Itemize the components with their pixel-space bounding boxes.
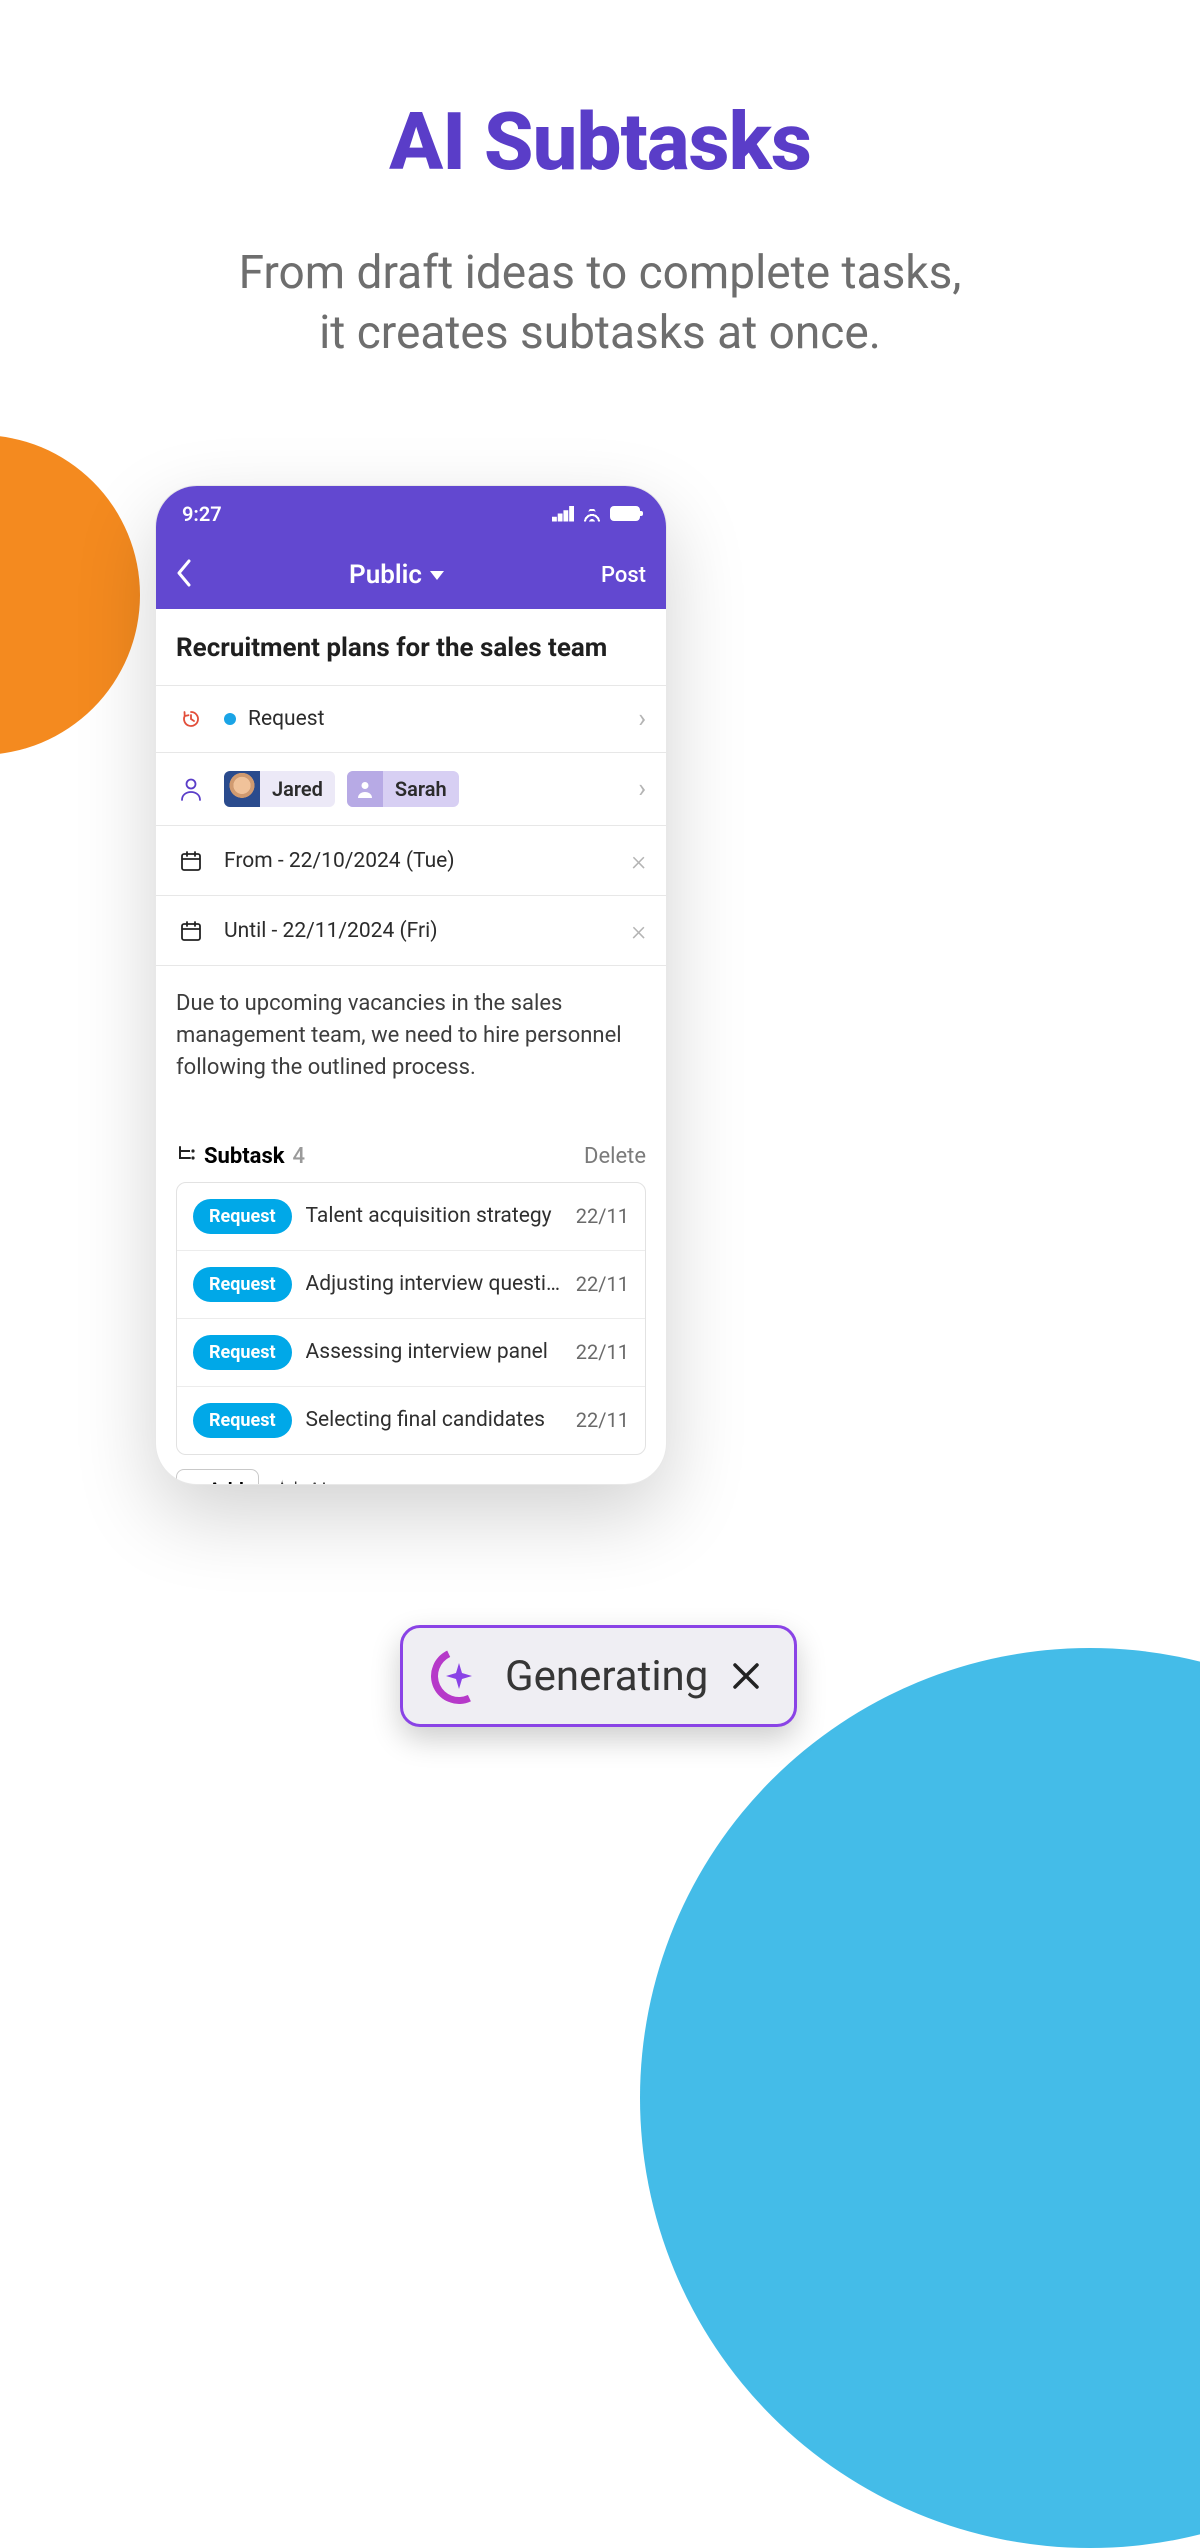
subtask-item[interactable]: Request Talent acquisition strategy 22/1… [177,1183,645,1251]
subtask-item[interactable]: Request Adjusting interview questions 22… [177,1251,645,1319]
task-title: Recruitment plans for the sales team [156,609,666,686]
wifi-icon [582,506,602,522]
hero-title: AI Subtasks [0,95,1200,189]
spinner-icon [431,1648,487,1704]
generating-text: Generating [505,1652,708,1701]
phone-frame: 9:27 Public Post Recruitment plans for t… [155,485,667,1485]
subtask-title: Adjusting interview questions [306,1272,562,1296]
clear-date-button[interactable]: × [631,914,646,947]
status-badge: Request [193,1199,292,1234]
hero-subtitle-line2: it creates subtasks at once. [0,304,1200,364]
history-icon [176,707,206,731]
status-dot-icon [224,713,236,725]
avatar [347,771,383,807]
chevron-right-icon: › [638,704,646,734]
chevron-down-icon [430,571,444,580]
star-icon [444,1661,474,1691]
calendar-icon [176,849,206,873]
decorative-blue-circle [640,1648,1200,2548]
date-until-row[interactable]: Until - 22/11/2024 (Fri) × [156,896,666,966]
status-row[interactable]: Request › [156,686,666,753]
bottom-actions: + Add ✦⁺ AI [156,1455,666,1485]
task-description: Due to upcoming vacancies in the sales m… [156,966,666,1144]
add-label: Add [208,1478,244,1485]
date-from-row[interactable]: From - 22/10/2024 (Tue) × [156,826,666,896]
subtask-date: 22/11 [576,1204,629,1228]
subtask-date: 22/11 [576,1272,629,1296]
status-badge: Request [193,1267,292,1302]
close-icon [731,1661,761,1691]
subtask-title: Selecting final candidates [306,1408,562,1432]
status-badge: Request [193,1403,292,1438]
status-indicators [552,506,640,522]
assignee-name: Sarah [383,777,459,801]
clear-date-button[interactable]: × [631,844,646,877]
close-toast-button[interactable] [726,1656,766,1696]
generating-toast: Generating [400,1625,797,1727]
subtask-title: Assessing interview panel [306,1340,562,1364]
person-icon [176,777,206,801]
status-time: 9:27 [182,502,222,526]
subtask-list: Request Talent acquisition strategy 22/1… [176,1182,646,1455]
assignees-row[interactable]: Jared Sarah › [156,753,666,826]
decorative-orange-circle [0,435,140,755]
ai-label: AI [308,1478,327,1485]
status-badge: Request [193,1335,292,1370]
date-from-text: From - 22/10/2024 (Tue) [224,849,455,873]
subtask-date: 22/11 [576,1408,629,1432]
back-button[interactable] [176,559,192,591]
assignee-chip-jared[interactable]: Jared [224,771,335,807]
calendar-icon [176,919,206,943]
subtask-item[interactable]: Request Selecting final candidates 22/11 [177,1387,645,1454]
hero-subtitle: From draft ideas to complete tasks, it c… [0,244,1200,364]
delete-subtasks-button[interactable]: Delete [584,1144,646,1169]
plus-icon: + [191,1478,202,1485]
subtask-header: Subtask 4 Delete [156,1144,666,1182]
assignee-chip-sarah[interactable]: Sarah [347,771,459,807]
assignee-name: Jared [260,777,335,801]
status-bar: 9:27 [156,486,666,541]
visibility-label: Public [349,560,422,590]
battery-icon [610,506,640,521]
post-button[interactable]: Post [601,563,646,588]
subtask-tree-icon [176,1144,196,1170]
avatar [224,771,260,807]
subtask-title: Talent acquisition strategy [306,1204,562,1228]
subtask-label: Subtask [204,1144,285,1169]
add-subtask-button[interactable]: + Add [176,1469,259,1485]
visibility-dropdown[interactable]: Public [349,560,444,590]
signal-icon [552,506,574,522]
chevron-left-icon [176,559,192,587]
date-until-text: Until - 22/11/2024 (Fri) [224,919,438,943]
subtask-date: 22/11 [576,1340,629,1364]
ai-button[interactable]: ✦⁺ AI [273,1477,327,1485]
chevron-right-icon: › [638,774,646,804]
sparkle-icon: ✦⁺ [273,1477,300,1485]
hero-subtitle-line1: From draft ideas to complete tasks, [0,244,1200,304]
status-label: Request [248,707,324,731]
subtask-item[interactable]: Request Assessing interview panel 22/11 [177,1319,645,1387]
nav-bar: Public Post [156,541,666,609]
subtask-count: 4 [293,1144,306,1169]
